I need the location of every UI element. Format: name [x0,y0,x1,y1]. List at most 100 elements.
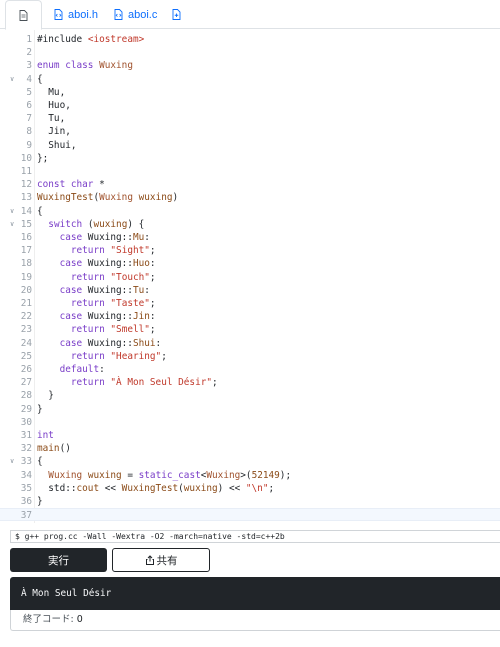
code-text: } [37,390,54,402]
line-number: 20 [20,284,32,296]
code-line[interactable]: 3 enum class Wuxing [0,59,500,72]
line-number: 28 [20,390,32,402]
code-line[interactable]: 21 return "Taste"; [0,297,500,310]
code-line[interactable]: 16 case Wuxing::Mu: [0,231,500,244]
code-line[interactable]: 7 Tu, [0,112,500,125]
line-number: 1 [26,34,32,45]
code-line[interactable]: ∨ 4{ [0,73,500,86]
line-number: 2 [26,47,32,59]
code-line[interactable]: 29} [0,403,500,416]
code-line[interactable]: 2 [0,46,500,59]
line-number: 13 [20,192,32,204]
code-text: Jin, [37,126,71,138]
line-number: 34 [20,469,32,481]
exit-code-value: 0 [76,614,83,625]
code-text: { [37,73,43,85]
code-line[interactable]: 19 return "Touch"; [0,271,500,284]
line-number: 8 [26,126,32,138]
line-number: 16 [20,232,32,243]
line-number: 9 [26,139,32,151]
code-text: return "À Mon Seul Désir"; [70,377,218,389]
code-line[interactable]: 9 Shui, [0,139,500,152]
code-line[interactable]: 1 #include <iostream> [0,33,500,46]
share-button-label: 共有 [156,554,178,567]
code-text: return "Sight"; [70,245,156,257]
code-text: return "Taste"; [70,298,156,309]
code-line[interactable]: ∨ 33{ [0,455,500,468]
tab-aboi-c-label: aboi.c [128,8,158,21]
code-line[interactable]: 26 default: [0,363,500,376]
file-icon [19,9,28,21]
code-line[interactable]: 12 const char * [0,178,500,191]
code-line[interactable]: ∨ 14{ [0,205,500,218]
code-line[interactable]: 13 WuxingTest(Wuxing wuxing) [0,191,500,204]
code-line[interactable]: 23 return "Smell"; [0,323,500,336]
code-text: const char * [37,179,105,191]
code-text: }; [37,152,49,164]
add-file-tab[interactable] [172,0,186,29]
code-line[interactable]: 30 [0,416,500,429]
code-line[interactable]: 18 case Wuxing::Huo: [0,257,500,270]
code-line[interactable]: 20 case Wuxing::Tu: [0,284,500,297]
tab-aboi-c[interactable]: aboi.c [114,0,157,29]
code-line[interactable]: 24 case Wuxing::Shui: [0,337,500,350]
code-text: int [37,430,54,441]
code-text: Wuxing wuxing = static_cast<Wuxing>(5214… [48,469,292,481]
line-number: 24 [20,337,32,349]
code-text: Huo, [37,100,71,111]
code-text: default: [59,364,105,375]
line-number: 35 [20,482,32,494]
code-line[interactable]: 5 Mu, [0,86,500,99]
line-number: 36 [20,496,32,507]
line-number: 21 [20,298,32,309]
code-text: std::cout << WuxingTest(wuxing) << "\n"; [37,482,275,494]
code-line[interactable]: 34 Wuxing wuxing = static_cast<Wuxing>(5… [0,469,500,482]
code-line[interactable]: 35 std::cout << WuxingTest(wuxing) << "\… [0,482,500,495]
line-number: 14 [20,205,32,217]
program-output: À Mon Seul Désir [10,577,500,610]
file-code-icon [54,9,63,20]
code-editor[interactable]: 1 #include <iostream> 2 3 enum class Wuxing ∨… [0,30,500,523]
code-text: Mu, [37,86,66,98]
code-text: case Wuxing::Tu: [59,284,150,296]
line-number: 19 [20,271,32,283]
line-number: 5 [26,86,32,98]
compile-command[interactable]: $ g++ prog.cc -Wall -Wextra -O2 -march=n… [10,530,500,543]
share-button[interactable]: 共有 [112,548,210,572]
line-number: 29 [20,403,32,415]
share-icon [145,555,154,565]
run-button[interactable]: 実行 [10,548,107,572]
code-line[interactable]: 37 [0,508,500,522]
line-number: 18 [20,258,32,270]
code-line[interactable]: ∨ 15 switch (wuxing) { [0,218,500,231]
line-number: 7 [26,113,32,125]
code-line[interactable]: 6 Huo, [0,99,500,112]
code-text: } [37,496,43,507]
code-text: Shui, [37,139,77,151]
tab-main-file[interactable] [5,0,42,30]
line-number: 6 [26,100,32,111]
line-number: 4 [26,73,32,85]
code-line[interactable]: 25 return "Hearing"; [0,350,500,363]
code-line[interactable]: 32 main() [0,442,500,455]
tab-aboi-h-label: aboi.h [68,8,98,21]
line-number: 15 [20,218,32,230]
line-number: 10 [20,152,32,164]
code-text: #include <iostream> [37,34,145,45]
code-line[interactable]: 36} [0,495,500,508]
code-line[interactable]: 27 return "À Mon Seul Désir"; [0,376,500,389]
line-number: 12 [20,179,32,191]
line-number: 11 [20,166,32,177]
code-line[interactable]: 17 return "Sight"; [0,244,500,257]
line-number: 17 [20,245,32,257]
line-number: 25 [20,350,32,362]
code-line[interactable]: 8 Jin, [0,125,500,138]
code-line[interactable]: 28 } [0,389,500,402]
code-line[interactable]: 11 [0,165,500,178]
code-line[interactable]: 31 int [0,429,500,442]
line-number: 26 [20,364,32,375]
code-line[interactable]: 22 case Wuxing::Jin: [0,310,500,323]
tab-aboi-h[interactable]: aboi.h [54,0,98,29]
code-line[interactable]: 10}; [0,152,500,165]
code-text: main() [37,443,71,455]
